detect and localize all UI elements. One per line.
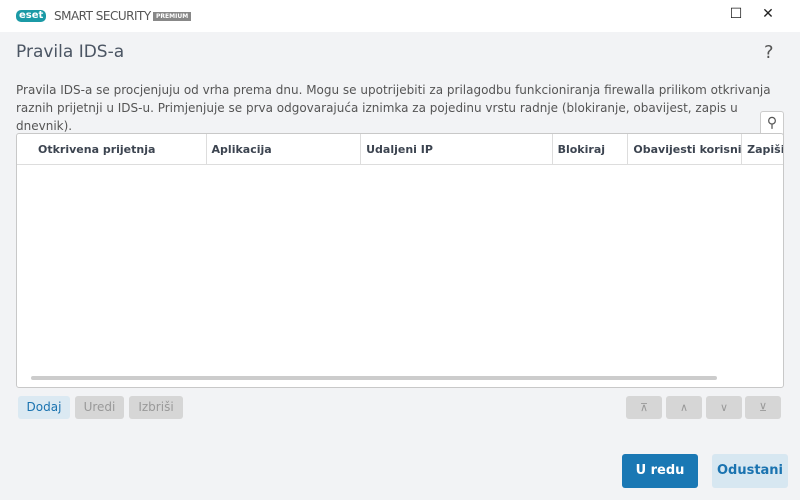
close-button[interactable]: ✕	[758, 6, 778, 22]
maximize-button[interactable]: ☐	[726, 6, 746, 22]
edition-badge: PREMIUM	[153, 12, 192, 21]
move-top-button[interactable]: ⊼	[626, 396, 662, 419]
column-header-block[interactable]: Blokiraj	[553, 134, 629, 164]
horizontal-scrollbar[interactable]	[31, 376, 717, 380]
help-icon[interactable]: ?	[764, 42, 774, 63]
eset-logo: eset	[16, 10, 47, 22]
search-icon[interactable]: ⚲	[760, 111, 784, 135]
column-header-remote-ip[interactable]: Udaljeni IP	[361, 134, 553, 164]
column-header-application[interactable]: Aplikacija	[207, 134, 362, 164]
edit-button[interactable]: Uredi	[75, 396, 124, 419]
description: Pravila IDS-a se procjenjuju od vrha pre…	[16, 83, 771, 133]
add-button[interactable]: Dodaj	[18, 396, 70, 419]
delete-button[interactable]: Izbriši	[129, 396, 183, 419]
column-header-threat[interactable]: Otkrivena prijetnja	[17, 134, 207, 164]
rules-table: Otkrivena prijetnja Aplikacija Udaljeni …	[16, 133, 784, 388]
ok-button[interactable]: U redu	[622, 454, 698, 488]
page-title: Pravila IDS-a	[16, 42, 125, 62]
column-header-notify[interactable]: Obavijesti korisnika	[628, 134, 743, 164]
move-bottom-button[interactable]: ⊻	[745, 396, 781, 419]
product-name: SMART SECURITY	[54, 9, 151, 23]
cancel-button[interactable]: Odustani	[712, 454, 788, 488]
move-down-button[interactable]: ∨	[706, 396, 742, 419]
move-up-button[interactable]: ∧	[666, 396, 702, 419]
title-bar: eset SMART SECURITY PREMIUM ☐ ✕	[0, 0, 800, 32]
column-header-log[interactable]: Zapiši u	[742, 134, 783, 164]
